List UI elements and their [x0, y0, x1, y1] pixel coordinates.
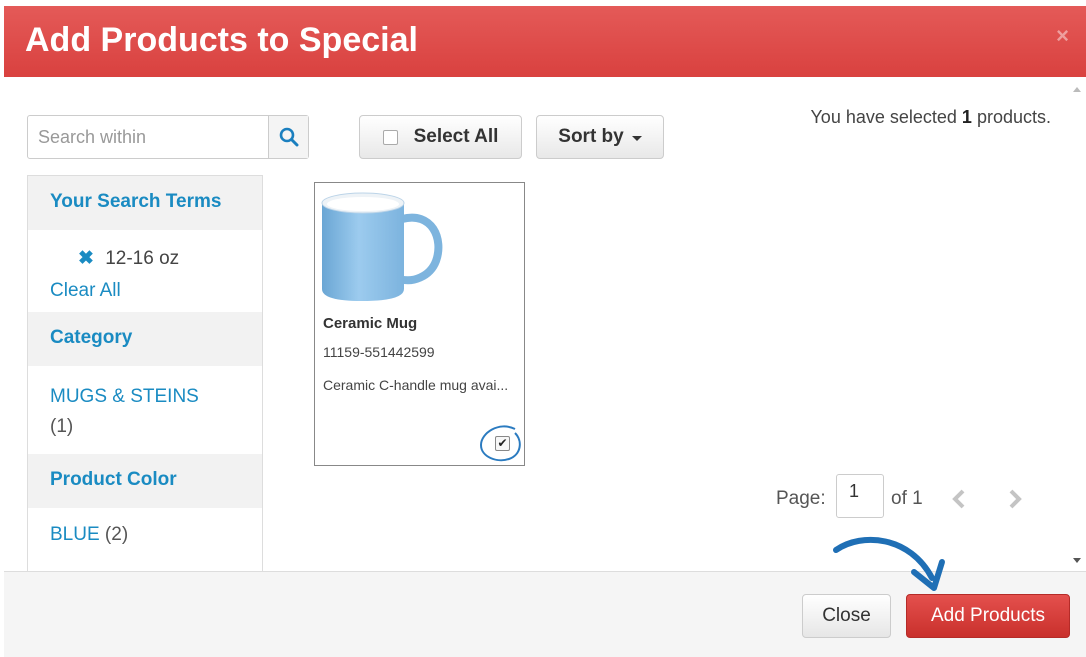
scroll-up-icon[interactable]	[1073, 87, 1081, 92]
prev-page-icon[interactable]	[952, 489, 966, 509]
product-name: Ceramic Mug	[323, 315, 418, 332]
close-icon[interactable]: ×	[1056, 23, 1069, 49]
select-all-button[interactable]: Select All	[359, 115, 522, 159]
modal-scrollbar[interactable]	[1069, 77, 1086, 571]
annotation-arrow	[833, 536, 945, 591]
page-total-label: of 1	[891, 488, 923, 509]
modal-header: Add Products to Special ×	[4, 6, 1086, 77]
category-label[interactable]: MUGS & STEINS	[50, 386, 199, 407]
selection-suffix: products.	[976, 107, 1051, 127]
color-label[interactable]: BLUE	[50, 524, 100, 545]
category-item[interactable]: MUGS & STEINS (1)	[28, 382, 262, 442]
product-description: Ceramic C-handle mug avai...	[323, 377, 509, 393]
color-count: (2)	[104, 524, 129, 545]
search-icon	[279, 127, 298, 147]
search-box	[27, 115, 309, 159]
product-select-checkbox[interactable]: ✔	[495, 436, 510, 451]
filter-sidebar: Your Search Terms ✖ 12-16 oz Clear All C…	[27, 175, 263, 575]
search-button[interactable]	[268, 116, 308, 158]
sort-by-label: Sort by	[558, 126, 624, 147]
search-input[interactable]	[28, 116, 268, 158]
product-sku: 11159-551442599	[323, 344, 435, 360]
category-heading: Category	[28, 312, 262, 366]
sort-by-dropdown[interactable]: Sort by	[536, 115, 664, 159]
selection-summary: You have selected 1 products.	[810, 107, 1051, 128]
caret-down-icon	[631, 135, 642, 141]
select-all-checkbox[interactable]	[382, 129, 398, 145]
page-number-input[interactable]	[836, 474, 884, 518]
product-card[interactable]: Ceramic Mug 11159-551442599 Ceramic C-ha…	[314, 182, 525, 466]
page-label: Page:	[776, 488, 826, 509]
search-term-item: ✖ 12-16 oz	[28, 247, 262, 270]
color-item[interactable]: BLUE (2)	[28, 524, 262, 546]
scroll-down-icon[interactable]	[1073, 558, 1081, 563]
add-products-modal: Add Products to Special × Select All Sor…	[4, 6, 1086, 657]
mug-image	[321, 192, 443, 301]
next-page-icon[interactable]	[1008, 489, 1022, 509]
modal-title: Add Products to Special	[25, 21, 418, 59]
remove-term-icon[interactable]: ✖	[78, 248, 94, 269]
clear-all-link[interactable]: Clear All	[28, 280, 262, 302]
selection-count: 1	[961, 107, 972, 127]
selection-prefix: You have selected	[810, 107, 957, 127]
product-color-heading: Product Color	[28, 454, 262, 508]
category-count: (1)	[50, 416, 74, 437]
modal-body: Select All Sort by You have selected 1 p…	[4, 77, 1086, 575]
search-term-label: 12-16 oz	[105, 248, 180, 269]
search-terms-heading: Your Search Terms	[28, 176, 262, 230]
select-all-label: Select All	[413, 126, 499, 147]
